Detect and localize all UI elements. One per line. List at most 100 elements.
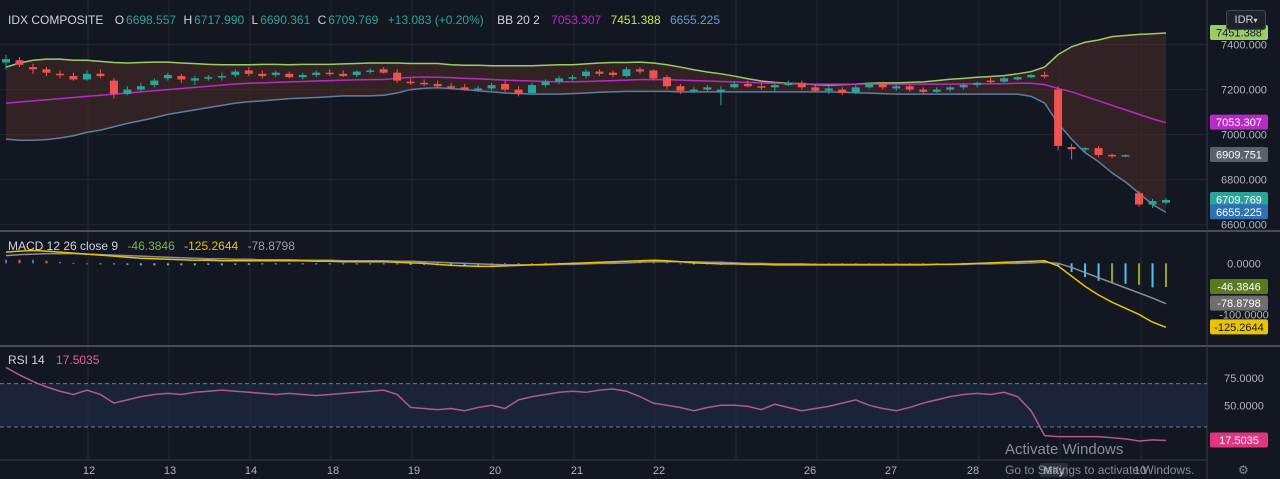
candle-body <box>689 89 698 92</box>
candle-body <box>973 82 982 86</box>
candle-body <box>878 83 887 88</box>
currency-label: IDR <box>1234 14 1254 26</box>
candle-body <box>514 89 523 95</box>
currency-selector[interactable]: IDR▾ <box>1226 10 1266 30</box>
macd-histogram-bar <box>342 263 345 265</box>
macd-histogram-bar <box>274 263 277 265</box>
symbol-title[interactable]: IDX COMPOSITE <box>8 13 103 27</box>
macd-histogram-bar <box>355 263 358 265</box>
macd-histogram-bar <box>288 263 291 265</box>
candle-body <box>1000 78 1009 82</box>
candle-body <box>541 81 550 86</box>
candle-body <box>82 73 91 80</box>
candle-body <box>406 81 415 84</box>
candle-body <box>2 59 10 63</box>
candle-body <box>1094 148 1103 155</box>
candle-body <box>325 72 334 75</box>
candle-body <box>420 82 429 85</box>
bb-label[interactable]: BB 20 2 <box>497 13 540 27</box>
candle-body <box>447 86 456 88</box>
macd-label[interactable]: MACD 12 26 close 9 <box>8 239 118 253</box>
macd-histogram-bar <box>247 263 250 265</box>
macd-histogram-bar <box>261 263 264 265</box>
time-axis-label: 21 <box>571 465 583 477</box>
candle-body <box>379 69 388 73</box>
macd-histogram-bar <box>1084 263 1087 278</box>
candle-body <box>1081 148 1090 150</box>
candle-body <box>946 87 955 90</box>
candle-body <box>460 87 469 90</box>
macd-histogram-bar <box>180 263 183 266</box>
candle-body <box>1121 155 1130 157</box>
macd-histogram-bar <box>220 263 223 266</box>
macd-line <box>5 249 1167 329</box>
time-axis-label: 12 <box>83 465 95 477</box>
candle-body <box>905 86 914 90</box>
macd-histogram-bar <box>85 263 88 265</box>
watermark-title: Activate Windows <box>1005 441 1124 458</box>
macd-histogram-tag: -46.3846 <box>1217 282 1260 294</box>
rsi-axis-label: 50.0000 <box>1224 400 1264 412</box>
price-axis-label: 6800.000 <box>1221 175 1267 187</box>
candle-body <box>1108 154 1117 157</box>
macd-histogram-bar <box>1138 263 1141 285</box>
low-label: L <box>251 13 259 27</box>
low-value: 6690.361 <box>260 13 311 27</box>
macd-histogram-bar <box>126 263 129 265</box>
open-label: O <box>114 13 125 27</box>
rsi-legend: RSI 14 17.5035 <box>8 353 101 367</box>
macd-line-value: -125.2644 <box>184 239 239 253</box>
macd-histogram-bar <box>58 261 61 264</box>
candle-body <box>635 69 644 72</box>
candle-body <box>96 73 105 77</box>
candle-body <box>568 77 577 79</box>
candle-body <box>811 87 820 91</box>
candle-body <box>622 69 631 77</box>
rsi-value-tag: 17.5035 <box>1219 435 1259 447</box>
prev-close-tag: 6909.751 <box>1216 149 1262 161</box>
macd-histogram-bar <box>31 259 34 264</box>
candle-body <box>649 70 658 79</box>
time-axis-label: 27 <box>885 465 897 477</box>
macd-histogram-bar <box>5 259 7 264</box>
macd-histogram-bar <box>1165 263 1167 288</box>
open-value: 6698.557 <box>126 13 177 27</box>
candle-body <box>190 78 199 81</box>
candle-body <box>608 72 617 75</box>
watermark-subtitle: Go to Settings to activate Windows. <box>1005 463 1195 477</box>
candle-body <box>136 86 145 90</box>
candle-body <box>123 89 132 95</box>
macd-histogram-bar <box>72 262 75 264</box>
macd-histogram-value: -46.3846 <box>127 239 175 253</box>
candle-body <box>204 77 213 79</box>
settings-gear-icon[interactable]: ⚙ <box>1238 463 1249 477</box>
macd-histogram-bar <box>315 263 318 265</box>
bb-lower-value: 6655.225 <box>669 13 721 27</box>
candle-body <box>339 73 348 77</box>
time-axis-label: 13 <box>164 465 176 477</box>
candle-body <box>986 80 995 83</box>
change-value: +13.083 (+0.20%) <box>387 13 484 27</box>
macd-histogram-bar <box>1151 263 1154 288</box>
time-axis-label: 26 <box>804 465 816 477</box>
macd-histogram-bar <box>679 263 682 265</box>
macd-legend: MACD 12 26 close 9 -46.3846 -125.2644 -7… <box>8 239 297 253</box>
candle-body <box>757 86 766 88</box>
candle-body <box>271 72 280 75</box>
macd-histogram-bar <box>153 263 156 266</box>
bb-lower-tag: 6655.225 <box>1216 207 1262 219</box>
price-axis-label: 7000.000 <box>1221 130 1267 142</box>
macd-histogram-bar <box>99 263 102 265</box>
candle-body <box>959 85 968 88</box>
macd-histogram-bar <box>112 263 115 265</box>
candle-body <box>163 74 172 79</box>
candle-body <box>1027 74 1036 78</box>
candle-body <box>501 83 510 90</box>
candle-body <box>1162 199 1170 203</box>
candle-body <box>244 70 253 74</box>
rsi-label[interactable]: RSI 14 <box>8 353 45 367</box>
candle-body <box>662 77 671 87</box>
candle-body <box>582 71 590 77</box>
candle-body <box>784 82 793 86</box>
candle-body <box>352 71 361 75</box>
